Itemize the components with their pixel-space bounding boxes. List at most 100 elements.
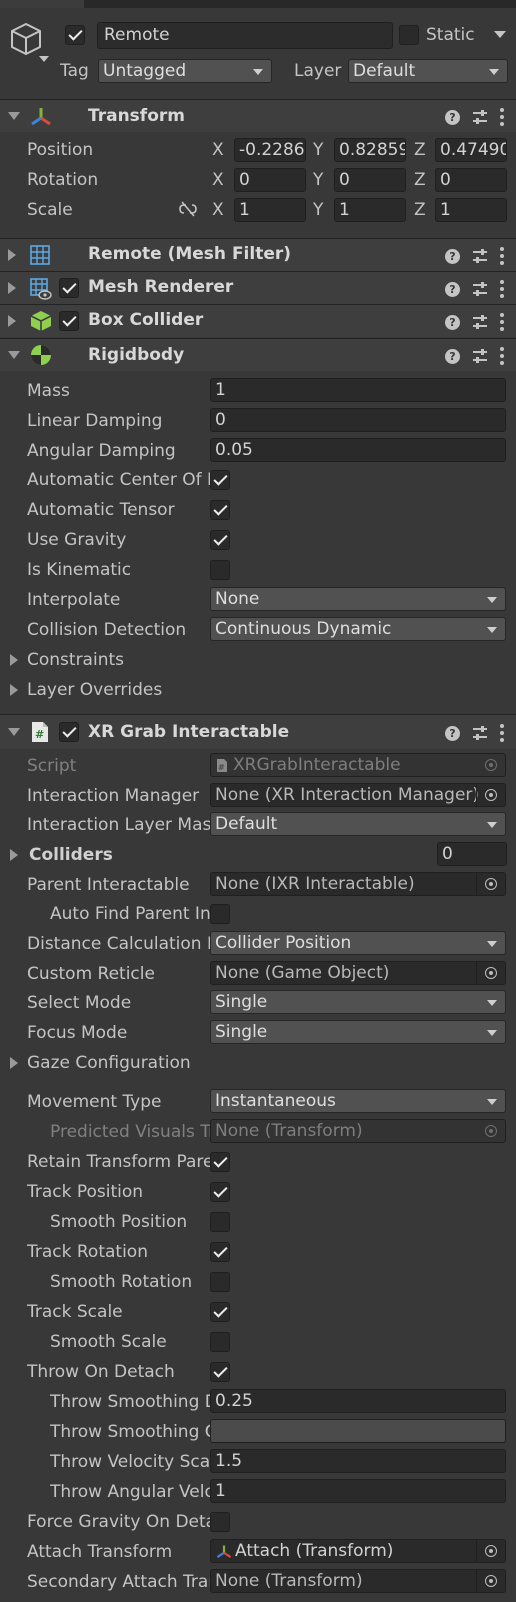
constraints-label[interactable]: Constraints — [27, 650, 124, 670]
presets-icon[interactable] — [472, 248, 488, 264]
movement-type-dropdown[interactable]: Instantaneous — [210, 1089, 506, 1113]
more-options-icon[interactable] — [500, 313, 504, 331]
retain-transform-parent-checkbox[interactable] — [210, 1152, 230, 1172]
use-gravity-checkbox[interactable] — [210, 530, 230, 550]
box-collider-enabled-checkbox[interactable] — [59, 311, 79, 331]
throw-angular-velocity-field[interactable]: 1 — [210, 1479, 506, 1503]
unlinked-scale-icon[interactable] — [178, 201, 198, 217]
colliders-foldout-icon[interactable] — [10, 849, 18, 861]
select-mode-dropdown[interactable]: Single — [210, 990, 506, 1014]
rotation-y-field[interactable]: 0 — [334, 168, 406, 192]
mesh-renderer-foldout-icon[interactable] — [8, 282, 16, 294]
mesh-renderer-header[interactable]: Mesh Renderer ? — [0, 271, 516, 304]
presets-icon[interactable] — [472, 725, 488, 741]
static-checkbox[interactable] — [399, 25, 419, 45]
object-picker-icon[interactable] — [485, 967, 497, 979]
track-scale-checkbox[interactable] — [210, 1302, 230, 1322]
presets-icon[interactable] — [472, 281, 488, 297]
static-dropdown-arrow-icon[interactable] — [494, 31, 506, 38]
position-y-field[interactable]: 0.82859 — [334, 138, 406, 162]
box-collider-header[interactable]: Box Collider ? — [0, 304, 516, 337]
rotation-z-field[interactable]: 0 — [435, 168, 507, 192]
colliders-label[interactable]: Colliders — [29, 845, 113, 865]
presets-icon[interactable] — [472, 314, 488, 330]
track-rotation-checkbox[interactable] — [210, 1242, 230, 1262]
object-picker-icon[interactable] — [485, 1575, 497, 1587]
auto-center-of-mass-checkbox[interactable] — [210, 470, 230, 490]
layer-overrides-foldout-icon[interactable] — [10, 684, 18, 696]
help-icon[interactable]: ? — [445, 109, 460, 125]
transform-header[interactable]: Transform ? — [0, 99, 516, 132]
collision-detection-dropdown[interactable]: Continuous Dynamic — [210, 617, 506, 641]
layer-overrides-label[interactable]: Layer Overrides — [27, 680, 162, 700]
presets-icon[interactable] — [472, 348, 488, 364]
constraints-foldout-icon[interactable] — [10, 654, 18, 666]
scale-y-field[interactable]: 1 — [334, 198, 406, 222]
throw-smoothing-curve-field[interactable] — [210, 1419, 506, 1443]
smooth-scale-checkbox[interactable] — [210, 1332, 230, 1352]
gaze-configuration-foldout-icon[interactable] — [10, 1057, 18, 1069]
rigidbody-header[interactable]: Rigidbody ? — [0, 338, 516, 371]
object-picker-icon[interactable] — [485, 1545, 497, 1557]
more-options-icon[interactable] — [500, 724, 504, 742]
gameobject-active-checkbox[interactable] — [65, 25, 85, 45]
attach-transform-field[interactable]: Attach (Transform) — [210, 1539, 506, 1563]
rigidbody-foldout-icon[interactable] — [8, 351, 20, 359]
help-icon[interactable]: ? — [445, 248, 460, 264]
gameobject-icon[interactable] — [8, 20, 50, 64]
layer-dropdown[interactable]: Default — [348, 59, 508, 83]
box-collider-foldout-icon[interactable] — [8, 315, 16, 327]
xr-grab-foldout-icon[interactable] — [8, 728, 20, 736]
force-gravity-checkbox[interactable] — [210, 1512, 230, 1532]
mesh-filter-header[interactable]: Remote (Mesh Filter) ? — [0, 238, 516, 271]
auto-tensor-checkbox[interactable] — [210, 500, 230, 520]
more-options-icon[interactable] — [500, 347, 504, 365]
gameobject-name-field[interactable]: Remote — [97, 22, 393, 49]
position-x-field[interactable]: -0.2286 — [234, 138, 306, 162]
smooth-rotation-checkbox[interactable] — [210, 1272, 230, 1292]
transform-foldout-icon[interactable] — [8, 112, 20, 120]
scale-label: Scale — [27, 200, 73, 220]
track-position-checkbox[interactable] — [210, 1182, 230, 1202]
focus-mode-dropdown[interactable]: Single — [210, 1020, 506, 1044]
mesh-filter-foldout-icon[interactable] — [8, 249, 16, 261]
xr-grab-enabled-checkbox[interactable] — [59, 722, 79, 742]
auto-find-parent-checkbox[interactable] — [210, 904, 230, 924]
parent-interactable-field[interactable]: None (IXR Interactable) — [210, 872, 506, 896]
colliders-count-field[interactable]: 0 — [437, 842, 507, 866]
interaction-manager-field[interactable]: None (XR Interaction Manager) — [210, 783, 506, 807]
angular-damping-field[interactable]: 0.05 — [210, 438, 506, 462]
mesh-renderer-enabled-checkbox[interactable] — [59, 278, 79, 298]
help-icon[interactable]: ? — [445, 314, 460, 330]
scale-x-field[interactable]: 1 — [234, 198, 306, 222]
more-options-icon[interactable] — [500, 280, 504, 298]
throw-velocity-scale-field[interactable]: 1.5 — [210, 1449, 506, 1473]
help-icon[interactable]: ? — [445, 725, 460, 741]
rotation-x-field[interactable]: 0 — [234, 168, 306, 192]
presets-icon[interactable] — [472, 109, 488, 125]
help-icon[interactable]: ? — [445, 348, 460, 364]
scale-z-field[interactable]: 1 — [435, 198, 507, 222]
help-icon[interactable]: ? — [445, 281, 460, 297]
interaction-layer-mask-dropdown[interactable]: Default — [210, 812, 506, 836]
secondary-attach-field[interactable]: None (Transform) — [210, 1569, 506, 1593]
object-picker-icon[interactable] — [485, 789, 497, 801]
linear-damping-field[interactable]: 0 — [210, 408, 506, 432]
is-kinematic-checkbox[interactable] — [210, 560, 230, 580]
object-picker-icon[interactable] — [485, 878, 497, 890]
more-options-icon[interactable] — [500, 247, 504, 265]
more-options-icon[interactable] — [500, 108, 504, 126]
smooth-position-checkbox[interactable] — [210, 1212, 230, 1232]
position-z-field[interactable]: 0.47490 — [435, 138, 507, 162]
custom-reticle-field[interactable]: None (Game Object) — [210, 961, 506, 985]
throw-smoothing-duration-field[interactable]: 0.25 — [210, 1389, 506, 1413]
inspector-tab[interactable] — [0, 0, 84, 8]
interpolate-dropdown[interactable]: None — [210, 587, 506, 611]
distance-calculation-dropdown[interactable]: Collider Position — [210, 931, 506, 955]
tag-dropdown[interactable]: Untagged — [98, 59, 272, 83]
gaze-configuration-label[interactable]: Gaze Configuration — [27, 1053, 191, 1073]
throw-on-detach-checkbox[interactable] — [210, 1362, 230, 1382]
transform-title: Transform — [88, 106, 185, 126]
xr-grab-interactable-header[interactable]: # XR Grab Interactable ? — [0, 714, 516, 749]
mass-field[interactable]: 1 — [210, 378, 506, 402]
